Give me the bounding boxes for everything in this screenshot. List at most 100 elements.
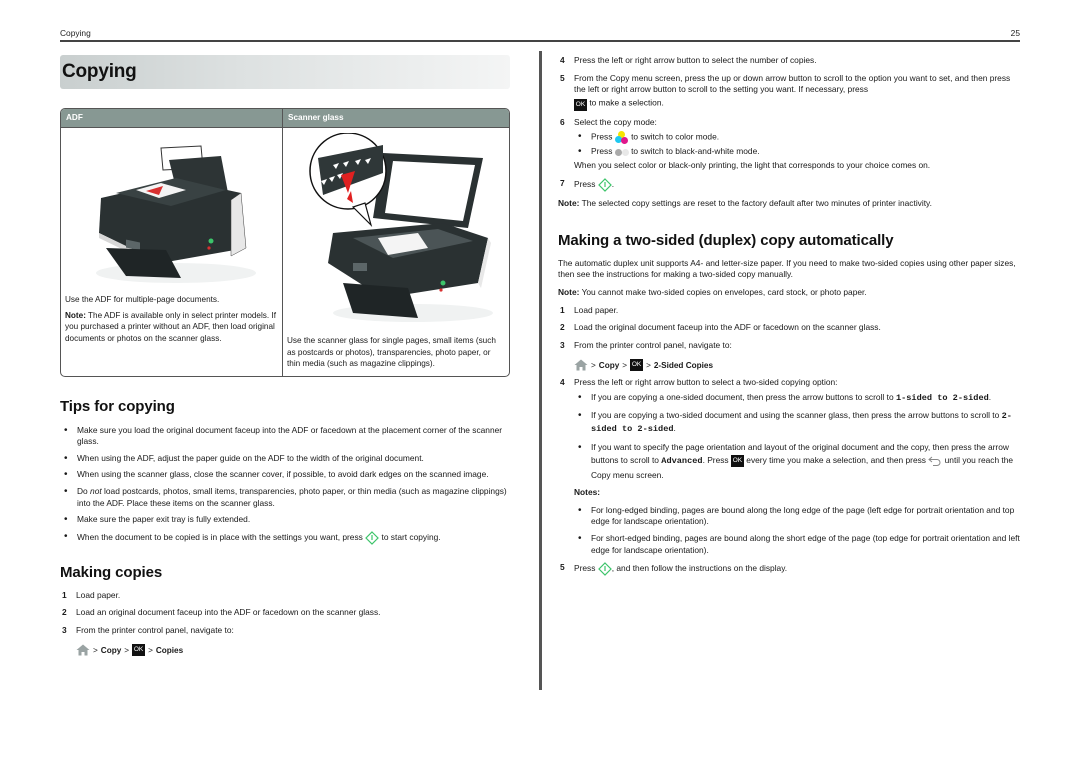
printer-adf-illustration [96,145,256,283]
start-button-icon [597,177,612,192]
option-text: . [673,422,676,433]
step-text: From the Copy menu screen, press the up … [574,72,1011,95]
notes-heading: Notes: [574,487,601,498]
path-target: Copies [155,645,184,655]
step-item: 1 Load paper. [60,590,510,602]
step-item: 4 Press the left or right arrow button to… [558,55,1020,67]
step-item: 1 Load paper. [558,305,1020,317]
step-text: Select the copy mode: [574,116,657,127]
making-copies-steps: 1 Load paper. 2 Load an original document … [60,590,510,657]
list-item: Press to switch to color mode. [574,130,1020,145]
light-dot [621,149,629,157]
list-item: Do not load postcards, photos, small ite… [60,485,510,509]
list-item: Make sure you load the original document… [60,424,510,448]
option-code: 1-sided to 2-sided [895,393,989,403]
step-number: 7 [560,177,565,188]
duplex-options-list: If you are copying a one-sided document,… [574,391,1020,482]
ok-button-icon: OK [574,98,587,111]
step-item: 2 Load an original document faceup into t… [60,607,510,619]
step-item: 5 Press , and then follow the instruction… [558,562,1020,577]
path-separator: > [622,360,628,370]
step-item: 7 Press . [558,178,1020,192]
duplex-intro: The automatic duplex unit supports A4- a… [558,257,1016,280]
tip-text: Do [77,486,91,497]
start-button-icon [597,562,612,577]
page-title: Copying [62,61,137,82]
step-number: 1 [560,304,565,315]
path-target: 2-Sided Copies [653,360,714,370]
mode-text: to switch to black-and-white mode. [628,146,760,157]
mode-light-note: When you select color or black-only prin… [574,159,931,170]
path-separator: > [646,360,651,370]
adf-usage-text: Use the ADF for multiple-page documents. [65,295,220,304]
table-body-row: Use the ADF for multiple-page documents.… [61,128,509,376]
step-number: 3 [62,624,67,635]
grey-dot [614,149,622,157]
step-text: Press [574,563,598,574]
adf-note-text: The ADF is available only in select prin… [65,310,276,343]
step-text: to make a selection. [587,97,664,108]
option-text: If you are copying a two-sided document … [591,409,1002,420]
adf-description: Use the ADF for multiple-page documents.… [65,294,278,345]
note-label: Note: [558,287,580,298]
copy-settings-note: Note: The selected copy settings are res… [558,198,1020,210]
start-button-icon [365,530,380,545]
page-number: 25 [1010,28,1020,38]
option-text: every time you make a selection, and the… [743,455,929,466]
path-separator: > [124,645,130,655]
step-item: 4 Press the left or right arrow button to… [558,377,1020,556]
step-item: 5 From the Copy menu screen, press the up… [558,73,1020,111]
tip-text: When the document to be copied is in pla… [77,532,366,543]
color-mode-icon [614,131,629,145]
list-item: When using the scanner glass, close the … [60,469,510,482]
step-text: Load paper. [76,589,121,600]
option-text: . [988,392,992,402]
path-separator: > [591,360,596,370]
duplex-note: Note: You cannot make two-sided copies o… [558,287,1020,299]
binding-notes-list: For long-edged binding, pages are bound … [574,504,1020,556]
table-header-scanner-glass: Scanner glass [288,113,344,123]
step-text: From the printer control panel, navigate… [574,339,732,350]
path-separator: > [148,645,153,655]
making-copies-steps-continued: 4 Press the left or right arrow button to… [558,55,1020,192]
list-item: Make sure the paper exit tray is fully e… [60,513,510,526]
scanner-glass-description: Use the scanner glass for single pages, … [287,335,505,370]
note-label: Note: [558,197,580,208]
note-text: You cannot make two-sided copies on enve… [579,287,867,298]
magenta-dot [620,137,628,145]
step-item: 2 Load the original document faceup into … [558,322,1020,334]
tip-text: load postcards, photos, small items, tra… [77,486,507,508]
duplex-heading: Making a two-sided (duplex) copy automat… [558,232,894,250]
tip-text: to start copying. [379,532,441,543]
list-item: If you are copying a one-sided document,… [574,391,1020,405]
ok-button-icon: OK [630,359,644,372]
home-icon [574,359,588,371]
step-number: 4 [560,55,565,65]
running-head-section: Copying [60,28,91,38]
list-item: When the document to be copied is in pla… [60,530,510,545]
path-copy: Copy [100,645,122,655]
step-text: Load the original document faceup into t… [574,322,881,333]
step-number: 1 [62,589,67,600]
copy-mode-list: Press to switch to color mode. Press to … [574,130,1020,158]
scanner-glass-usage-text: Use the scanner glass for single pages, … [287,336,496,369]
step-text: Load an original document faceup into th… [76,607,381,618]
adf-vs-scanner-table: ADF Scanner glass Use the ADF for multip… [60,108,510,377]
column-divider [539,51,542,690]
step-number: 5 [560,72,565,83]
tip-emphasis: not [90,486,102,497]
step-number: 2 [62,607,67,618]
step-text: Press [574,178,598,189]
list-item: If you are copying a two-sided document … [574,409,1020,436]
making-copies-heading: Making copies [60,563,163,581]
step-item: 3 From the printer control panel, navigat… [60,625,510,657]
right-column: 4 Press the left or right arrow button to… [558,55,1020,582]
path-copy: Copy [598,360,620,370]
option-text: If you are copying a one-sided document,… [591,392,896,402]
adf-note: Note: The ADF is available only in selec… [65,310,278,345]
step-number: 6 [560,116,565,127]
mode-text: Press [591,146,615,157]
navigation-path: > Copy > OK > 2-Sided Copies [574,359,1020,372]
step-text: , and then follow the instructions on th… [611,563,788,574]
step-item: 3 From the printer control panel, navigat… [558,340,1020,372]
